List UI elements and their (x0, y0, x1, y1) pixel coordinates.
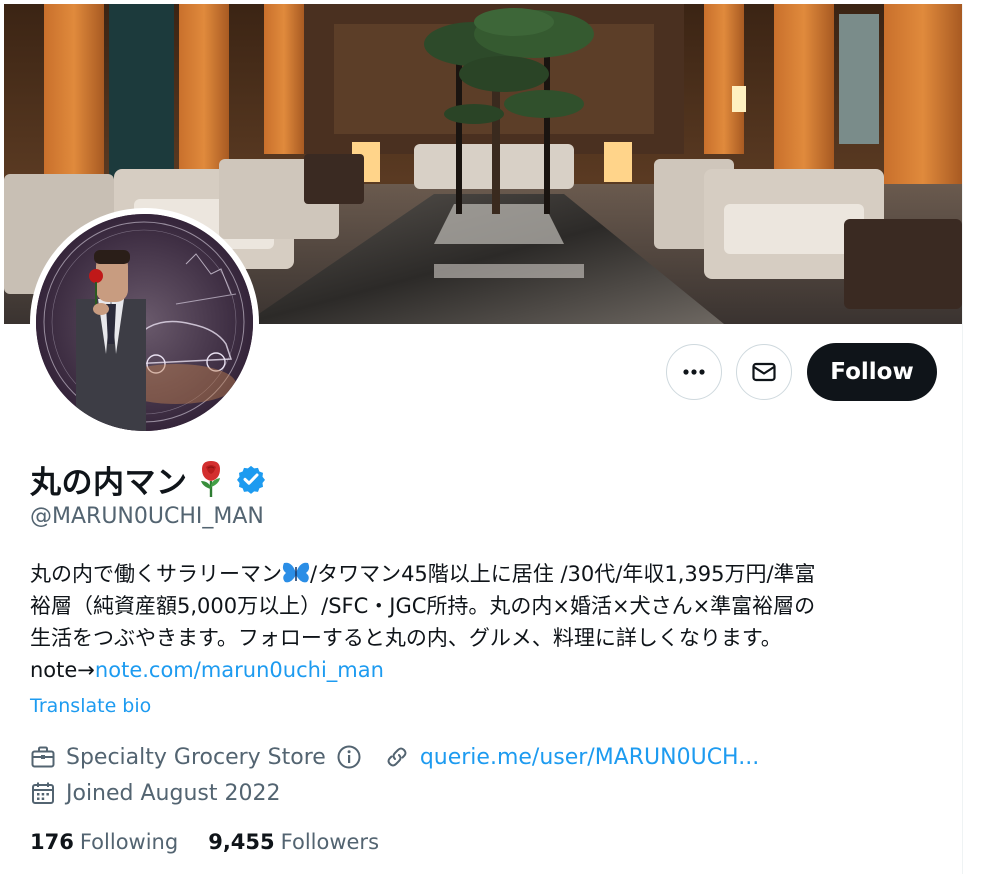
following-label: Following (79, 830, 179, 854)
message-button[interactable] (736, 344, 792, 400)
follow-button[interactable]: Follow (807, 343, 937, 401)
calendar-icon (32, 782, 54, 804)
user-handle: @MARUN0UCHI_MAN (30, 504, 264, 529)
followers-count: 9,455 (208, 830, 275, 854)
rose-emoji-icon (200, 461, 220, 497)
link-icon (387, 747, 407, 767)
bio-line: 生活をつぶやきます。フォローすると丸の内、グルメ、料理に詳しくなります。 (30, 626, 782, 650)
profile-bio: 丸の内で働くサラリーマン /タワマン45階以上に居住 /30代/年収1,395万… (30, 558, 940, 686)
followers-link[interactable]: 9,455 Followers (208, 830, 379, 854)
profile-card: Follow 丸の内マン @MARUN0UCHI_MAN 丸の内で働くサラリーマ… (4, 4, 963, 874)
profile-stats: 176 Following 9,455 Followers (30, 830, 379, 854)
more-options-button[interactable] (666, 344, 722, 400)
butterfly-emoji-icon (282, 562, 310, 583)
envelope-icon (752, 362, 776, 382)
verified-badge-icon[interactable] (236, 464, 266, 494)
display-name-text: 丸の内マン (30, 464, 188, 501)
bio-text: note→ (30, 658, 95, 682)
profile-meta-row: Joined August 2022 (30, 777, 280, 809)
bio-text: 丸の内で働くサラリーマン (30, 562, 282, 586)
joined-date: Joined August 2022 (66, 780, 281, 806)
more-dots-icon (683, 369, 705, 375)
page-frame: Follow 丸の内マン @MARUN0UCHI_MAN 丸の内で働くサラリーマ… (0, 0, 988, 874)
translate-bio-link[interactable]: Translate bio (30, 695, 151, 717)
bio-line: note→note.com/marun0uchi_man (30, 654, 940, 686)
profile-category: Specialty Grocery Store (66, 744, 326, 770)
briefcase-icon (31, 746, 55, 768)
info-icon[interactable] (336, 744, 362, 770)
display-name: 丸の内マン (30, 456, 266, 502)
following-count: 176 (30, 830, 74, 854)
avatar-ring (30, 208, 259, 437)
bio-line: 裕層（純資産額5,000万以上）/SFC・JGC所持。丸の内×婚活×犬さん×準富… (30, 594, 816, 618)
followers-label: Followers (280, 830, 380, 854)
profile-website-link[interactable]: querie.me/user/MARUN0UCH... (420, 745, 759, 770)
following-link[interactable]: 176 Following (30, 830, 178, 854)
bio-note-link[interactable]: note.com/marun0uchi_man (95, 658, 384, 682)
bio-text: /タワマン45階以上に居住 /30代/年収1,395万円/準富 (310, 562, 816, 586)
follow-button-label: Follow (830, 359, 914, 385)
profile-avatar[interactable] (36, 214, 253, 431)
profile-meta-row: Specialty Grocery Store querie.me/user/M… (30, 741, 759, 773)
bio-line: 丸の内で働くサラリーマン /タワマン45階以上に居住 /30代/年収1,395万… (30, 558, 940, 590)
